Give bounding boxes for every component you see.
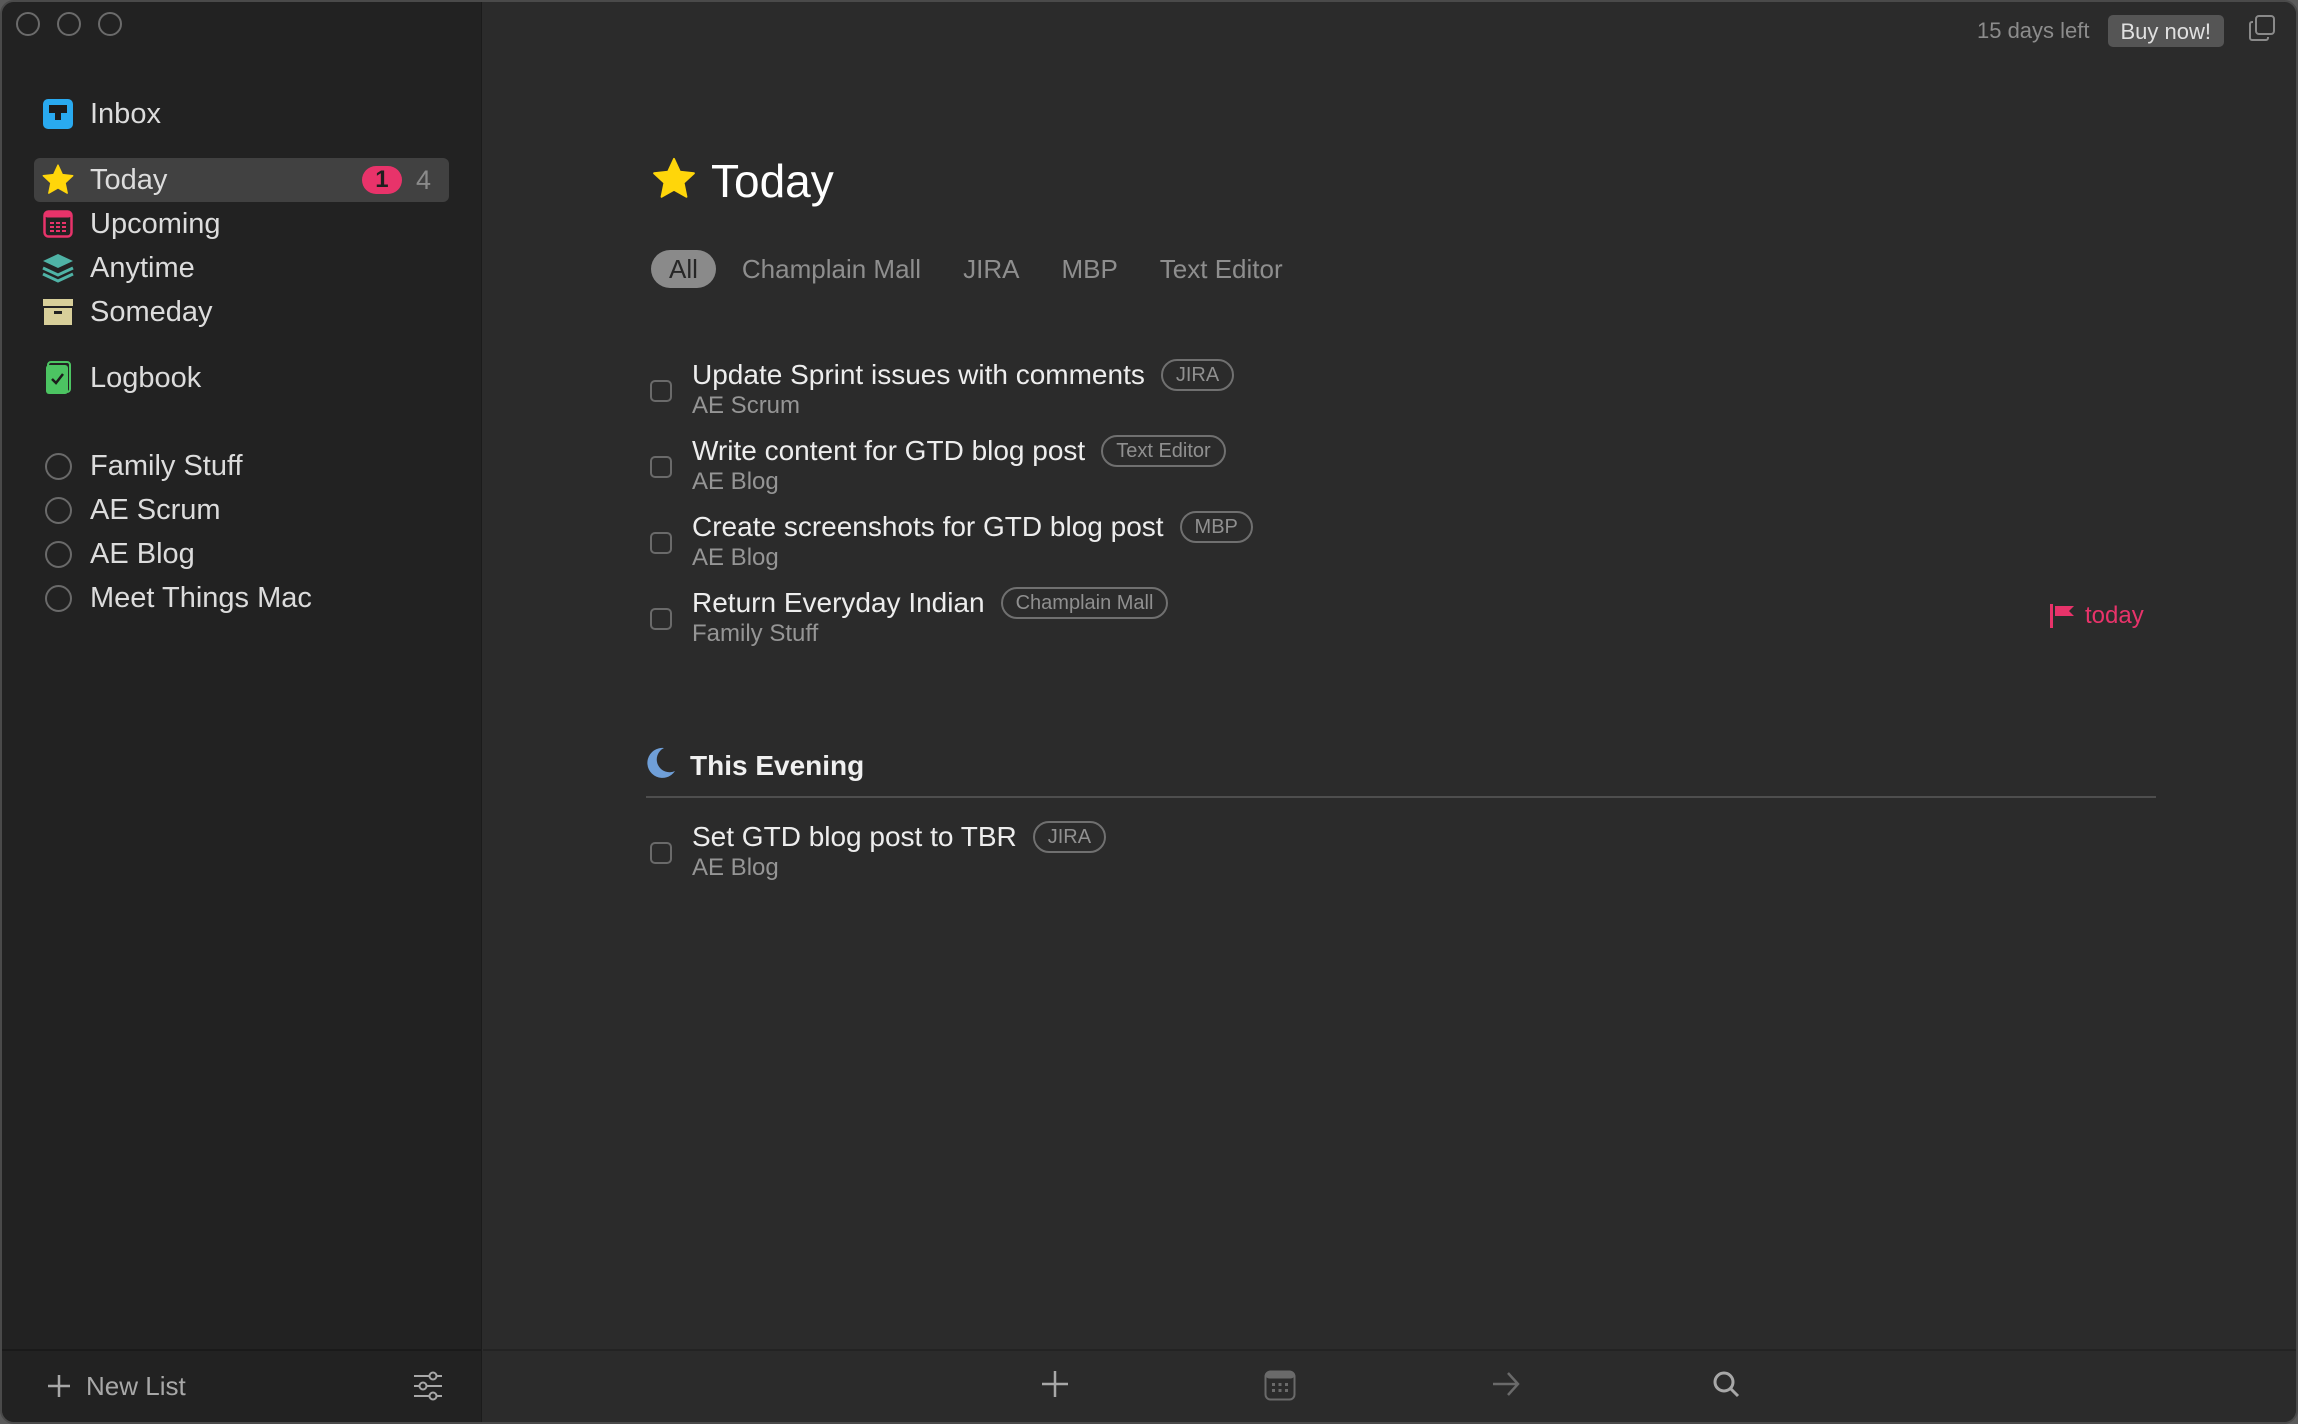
window-controls — [16, 12, 122, 36]
new-window-icon[interactable] — [2248, 14, 2276, 47]
sidebar: Inbox Today 1 4 Upcoming Anytime Someday… — [2, 2, 482, 1422]
minimize-window-button[interactable] — [57, 12, 81, 36]
task-row[interactable]: Write content for GTD blog post Text Edi… — [650, 434, 1226, 496]
sidebar-item-upcoming[interactable]: Upcoming — [34, 202, 449, 246]
task-title[interactable]: Create screenshots for GTD blog post — [692, 510, 1164, 544]
trial-days-left: 15 days left — [1976, 17, 2090, 43]
layers-icon — [40, 250, 76, 286]
task-checkbox[interactable] — [650, 842, 672, 864]
main-content: 15 days left Buy now! Today All Champlai… — [483, 2, 2296, 1422]
close-window-button[interactable] — [16, 12, 40, 36]
deadline-label: today — [2085, 602, 2144, 629]
calendar-icon — [40, 206, 76, 242]
plus-icon — [46, 1369, 72, 1405]
tag-filter-tabs: All Champlain Mall JIRA MBP Text Editor — [651, 250, 1325, 288]
zoom-window-button[interactable] — [98, 12, 122, 36]
sidebar-item-label: Family Stuff — [90, 449, 243, 482]
sidebar-item-label: Meet Things Mac — [90, 581, 312, 614]
task-title[interactable]: Update Sprint issues with comments — [692, 358, 1145, 392]
new-list-label: New List — [86, 1371, 186, 1401]
sidebar-item-logbook[interactable]: Logbook — [34, 356, 449, 400]
task-row[interactable]: Return Everyday Indian Champlain Mall Fa… — [650, 586, 1169, 648]
sidebar-item-label: Anytime — [90, 251, 195, 284]
logbook-icon — [40, 360, 76, 396]
bottom-toolbar — [483, 1349, 2296, 1422]
task-checkbox[interactable] — [650, 456, 672, 478]
page-title: Today — [711, 155, 834, 207]
sidebar-item-label: Logbook — [90, 361, 202, 394]
tab-mbp[interactable]: MBP — [1061, 254, 1117, 285]
sidebar-item-inbox[interactable]: Inbox — [34, 92, 449, 136]
task-checkbox[interactable] — [650, 608, 672, 630]
section-divider — [646, 796, 2156, 798]
project-circle-icon — [44, 540, 72, 568]
new-list-button[interactable]: New List — [46, 1369, 186, 1405]
sidebar-item-someday[interactable]: Someday — [34, 290, 449, 334]
sidebar-project[interactable]: Family Stuff — [34, 444, 449, 488]
sidebar-item-label: Inbox — [90, 97, 161, 130]
task-tag: Text Editor — [1101, 435, 1226, 467]
tab-jira[interactable]: JIRA — [963, 254, 1019, 285]
task-checkbox[interactable] — [650, 380, 672, 402]
task-title[interactable]: Set GTD blog post to TBR — [692, 820, 1017, 854]
project-circle-icon — [44, 584, 72, 612]
task-row[interactable]: Update Sprint issues with comments JIRA … — [650, 358, 1235, 420]
move-arrow-icon[interactable] — [1491, 1369, 1521, 1404]
filter-settings-icon[interactable] — [413, 1371, 443, 1406]
flag-icon — [2050, 604, 2074, 628]
search-icon[interactable] — [1711, 1369, 1741, 1404]
sidebar-project[interactable]: AE Scrum — [34, 488, 449, 532]
task-row[interactable]: Set GTD blog post to TBR JIRA AE Blog — [650, 820, 1107, 882]
task-title[interactable]: Return Everyday Indian — [692, 586, 985, 620]
star-icon — [651, 156, 697, 207]
sidebar-item-label: Today — [90, 163, 168, 196]
sidebar-item-today[interactable]: Today 1 4 — [34, 158, 449, 202]
inbox-icon — [40, 96, 76, 132]
task-tag: JIRA — [1032, 821, 1107, 853]
sidebar-item-label: AE Blog — [90, 537, 195, 570]
sidebar-project[interactable]: Meet Things Mac — [34, 576, 449, 620]
calendar-icon[interactable] — [1264, 1369, 1296, 1406]
sidebar-item-anytime[interactable]: Anytime — [34, 246, 449, 290]
tab-champlain-mall[interactable]: Champlain Mall — [742, 254, 921, 285]
trial-bar: 15 days left Buy now! — [1977, 14, 2276, 47]
task-project: AE Blog — [692, 544, 779, 571]
tab-text-editor[interactable]: Text Editor — [1160, 254, 1283, 285]
overdue-badge: 1 — [361, 166, 402, 194]
sidebar-project[interactable]: AE Blog — [34, 532, 449, 576]
deadline-indicator: today — [2049, 602, 2144, 630]
sidebar-item-label: Someday — [90, 295, 213, 328]
add-icon[interactable] — [1040, 1369, 1070, 1404]
buy-now-button[interactable]: Buy now! — [2107, 14, 2224, 47]
task-tag: JIRA — [1160, 359, 1235, 391]
tab-all[interactable]: All — [651, 250, 716, 288]
page-header: Today — [651, 154, 834, 208]
moon-icon — [646, 747, 676, 784]
sidebar-footer: New List — [2, 1349, 481, 1422]
section-heading: This Evening — [690, 749, 865, 781]
star-icon — [40, 162, 76, 198]
sidebar-item-label: Upcoming — [90, 207, 221, 240]
task-project: AE Scrum — [692, 392, 801, 419]
task-title[interactable]: Write content for GTD blog post — [692, 434, 1085, 468]
task-row[interactable]: Create screenshots for GTD blog post MBP… — [650, 510, 1253, 572]
archive-box-icon — [40, 294, 76, 330]
task-project: AE Blog — [692, 854, 779, 881]
app-window: Inbox Today 1 4 Upcoming Anytime Someday… — [0, 0, 2298, 1424]
task-tag: Champlain Mall — [1000, 587, 1169, 619]
task-tag: MBP — [1179, 511, 1253, 543]
task-project: Family Stuff — [692, 620, 819, 647]
item-count: 4 — [415, 164, 431, 195]
task-project: AE Blog — [692, 468, 779, 495]
sidebar-item-label: AE Scrum — [90, 493, 221, 526]
task-checkbox[interactable] — [650, 532, 672, 554]
project-circle-icon — [44, 496, 72, 524]
this-evening-header: This Evening — [646, 747, 864, 784]
project-circle-icon — [44, 452, 72, 480]
